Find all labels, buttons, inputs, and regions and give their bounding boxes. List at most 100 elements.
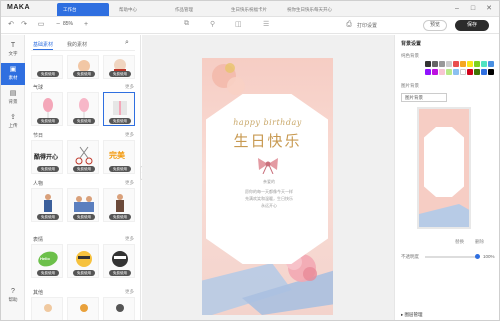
preview-button[interactable]: 预览 [423, 20, 447, 31]
preview-ribbon [419, 204, 469, 227]
layer-manager-toggle[interactable]: ▸ 图层管理 [401, 312, 423, 318]
color-swatch[interactable] [460, 61, 466, 67]
poster-line-3[interactable]: 永远开心 [224, 203, 314, 209]
delete-link[interactable]: 删除 [475, 239, 484, 245]
opacity-slider-track[interactable] [425, 256, 477, 258]
color-swatch[interactable] [481, 61, 487, 67]
material-thumb[interactable]: 免费使用 [67, 244, 99, 278]
section-title-other: 其他 [33, 290, 44, 296]
zoom-in-icon[interactable]: + [81, 20, 91, 30]
material-thumb[interactable]: 免费使用 [67, 188, 99, 222]
poster-greeting[interactable]: 亲爱的 [224, 179, 314, 185]
zoom-out-icon[interactable]: − [53, 20, 63, 30]
replace-link[interactable]: 替换 [455, 239, 464, 245]
color-swatch[interactable] [481, 69, 487, 75]
background-type-select[interactable]: 图片背景 [401, 93, 447, 102]
color-swatch[interactable] [432, 61, 438, 67]
tab-card[interactable]: 生日快乐祝福卡片 [225, 3, 277, 16]
thumb-label: 免费使用 [37, 214, 59, 220]
material-thumb[interactable]: 免费使用 [67, 140, 99, 174]
material-thumb[interactable]: 免费使用 [31, 92, 63, 126]
align-icon[interactable]: ☰ [263, 20, 269, 28]
material-thumb[interactable] [103, 297, 135, 320]
color-swatch[interactable] [460, 69, 466, 75]
color-swatch[interactable] [446, 69, 452, 75]
material-thumb[interactable]: 免费使用 [31, 55, 63, 79]
material-thumb[interactable]: 完美 免费使用 [103, 140, 135, 174]
section-more-link[interactable]: 更多 [125, 180, 134, 186]
material-thumb[interactable]: 免费使用 [103, 244, 135, 278]
section-title-emoji: 表情 [33, 237, 44, 243]
undo-icon[interactable]: ↶ [6, 20, 16, 30]
color-swatch[interactable] [488, 69, 494, 75]
material-thumb[interactable] [67, 297, 99, 320]
tab-wish[interactable]: 祝你生日快乐每天开心 [281, 3, 333, 16]
image-icon: ▣ [9, 66, 17, 73]
color-swatch[interactable] [488, 61, 494, 67]
thumb-label: 免费使用 [37, 166, 59, 172]
section-more-link[interactable]: 更多 [125, 236, 134, 242]
section-more-link[interactable]: 更多 [125, 289, 134, 295]
color-swatch[interactable] [425, 61, 431, 67]
figure-icon [44, 304, 52, 312]
rail-item-upload[interactable]: ⇪ 上传 [1, 111, 25, 133]
poster-happy-birthday[interactable]: happy birthday [202, 118, 333, 127]
material-thumb[interactable]: 免费使用 [67, 55, 99, 79]
color-swatch[interactable] [474, 69, 480, 75]
tab-works[interactable]: 作品管理 [169, 3, 221, 16]
color-swatch[interactable] [453, 69, 459, 75]
minimize-icon[interactable]: – [451, 3, 463, 14]
thumb-label: 免费使用 [109, 166, 131, 172]
poster-title[interactable]: 生日快乐 [202, 130, 333, 151]
tab-workbench[interactable]: 工作台 [57, 3, 109, 16]
material-thumb[interactable]: 酷得开心 免费使用 [31, 140, 63, 174]
color-swatch[interactable] [432, 69, 438, 75]
rail-item-text[interactable]: T 文字 [1, 39, 25, 61]
tab-help[interactable]: 帮助中心 [113, 3, 165, 16]
color-swatch[interactable] [439, 69, 445, 75]
color-swatch[interactable] [467, 61, 473, 67]
material-thumb[interactable]: 免费使用 [31, 188, 63, 222]
material-thumb[interactable]: 免费使用 [103, 55, 135, 79]
thumb-label: 免费使用 [109, 270, 131, 276]
redo-icon[interactable]: ↷ [19, 20, 29, 30]
color-swatch[interactable] [446, 61, 452, 67]
tab-basic-material[interactable]: 基础素材 [33, 41, 54, 50]
layout-icon[interactable]: ▭ [36, 20, 46, 30]
birthday-poster[interactable]: happy birthday 生日快乐 亲爱的 愿你的每一天都像今天一样 充满欢… [202, 58, 333, 315]
material-thumb[interactable]: Hello 免费使用 [31, 244, 63, 278]
rail-item-background[interactable]: ▤ 背景 [1, 87, 25, 109]
material-thumb[interactable]: 免费使用 [103, 188, 135, 222]
poster-line-1[interactable]: 愿你的每一天都像今天一样 [224, 189, 314, 195]
maximize-icon[interactable]: □ [467, 3, 479, 14]
editor-canvas[interactable]: happy birthday 生日快乐 亲爱的 愿你的每一天都像今天一样 充满欢… [142, 35, 394, 320]
print-settings-link[interactable]: 打印设置 [357, 22, 377, 29]
search-icon[interactable]: ⌕ [125, 39, 129, 47]
material-thumb[interactable]: 免费使用 [67, 92, 99, 126]
color-swatch[interactable] [453, 61, 459, 67]
save-button[interactable]: 保存 [455, 20, 489, 31]
color-swatch[interactable] [425, 69, 431, 75]
color-swatch[interactable] [467, 69, 473, 75]
section-more-link[interactable]: 更多 [125, 84, 134, 90]
background-preview[interactable] [417, 107, 471, 229]
poster-line-2[interactable]: 充满欢笑和温暖，生日快乐 [224, 196, 314, 202]
section-more-link[interactable]: 更多 [125, 132, 134, 138]
material-thumb-selected[interactable]: 免费使用 [103, 92, 135, 126]
color-swatch[interactable] [474, 61, 480, 67]
link-icon[interactable]: ⚲ [210, 20, 215, 28]
color-swatch[interactable] [439, 61, 445, 67]
rail-item-help[interactable]: ? 帮助 [1, 285, 25, 307]
background-icon: ▤ [9, 90, 17, 97]
preview-frame [424, 127, 464, 197]
print-icon[interactable]: ⎙ [344, 20, 354, 30]
layer-icon[interactable]: ◫ [235, 20, 242, 28]
opacity-slider-handle[interactable] [475, 254, 480, 259]
section-title-festival: 节日 [33, 133, 44, 139]
material-thumb[interactable] [31, 297, 63, 320]
rail-item-material[interactable]: ▣ 素材 [1, 63, 25, 85]
tab-my-material[interactable]: 我的素材 [67, 41, 87, 48]
copy-icon[interactable]: ⧉ [184, 20, 189, 28]
title-bar: MAKA 工作台 帮助中心 作品管理 生日快乐祝福卡片 祝你生日快乐每天开心 –… [1, 1, 499, 17]
close-icon[interactable]: ✕ [483, 3, 495, 14]
